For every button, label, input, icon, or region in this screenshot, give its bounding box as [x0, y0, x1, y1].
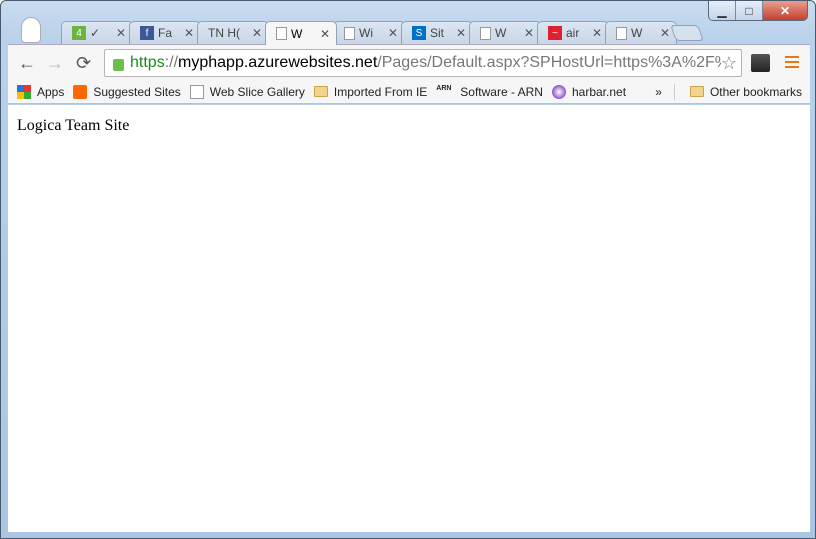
tab[interactable]: S Sit ✕ — [401, 21, 473, 44]
forward-button[interactable]: → — [46, 53, 64, 74]
bookmarks-overflow-button[interactable]: » — [655, 85, 662, 99]
url-path: /Pages/Default.aspx?SPHostUrl=https%3A%2… — [377, 54, 738, 71]
menu-icon[interactable] — [785, 56, 799, 71]
bookmark-item[interactable]: harbar.net — [551, 84, 627, 99]
bookmark-label: Suggested Sites — [93, 84, 181, 99]
bookmark-label: Apps — [37, 84, 65, 99]
bookmark-item[interactable]: Suggested Sites — [73, 84, 181, 99]
extension-chart-icon[interactable] — [751, 54, 770, 72]
minimize-button[interactable]: ▁ — [709, 1, 736, 20]
page-icon — [276, 27, 287, 40]
site-title: Logica Team Site — [17, 117, 130, 134]
profile-avatar-icon[interactable] — [21, 17, 41, 43]
close-button[interactable]: ✕ — [763, 1, 807, 20]
tab[interactable]: TN H( ✕ — [197, 21, 269, 44]
tab-close-icon[interactable]: ✕ — [660, 26, 670, 40]
tab-title: ✓ — [90, 26, 101, 40]
tab-title: W — [631, 26, 643, 40]
new-tab-button[interactable] — [670, 25, 704, 41]
folder-icon — [313, 86, 328, 97]
favicon-icon: f — [140, 26, 154, 40]
bookmark-label: Web Slice Gallery — [209, 84, 305, 99]
tab-close-icon[interactable]: ✕ — [524, 26, 534, 40]
bookmark-star-icon[interactable]: ☆ — [720, 53, 737, 74]
tab-title: air — [566, 26, 580, 40]
toolbar: ← → ⟳ https://myphapp.azurewebsites.net /… — [8, 44, 810, 80]
tab[interactable]: W ✕ — [605, 21, 677, 44]
tab-close-icon[interactable]: ✕ — [320, 27, 330, 41]
tab-close-icon[interactable]: ✕ — [456, 26, 466, 40]
page-icon — [344, 26, 355, 40]
arn-icon: ARN — [436, 84, 452, 92]
tab-title: Fa — [158, 26, 173, 40]
apps-icon — [17, 84, 31, 99]
tab[interactable]: f Fa ✕ — [129, 21, 201, 44]
other-bookmarks[interactable]: Other bookmarks — [689, 84, 802, 99]
bookmark-item[interactable]: ARN Software - ARN — [436, 85, 543, 99]
tab-title: Sit — [430, 26, 445, 40]
favicon-icon: 4 — [72, 26, 86, 40]
tab[interactable]: Wi ✕ — [333, 21, 405, 44]
page-icon — [616, 26, 627, 40]
page-icon — [480, 26, 491, 40]
bookmark-label: Imported From IE — [333, 84, 428, 99]
bookmark-label: Software - ARN — [460, 84, 543, 99]
orb-icon — [551, 84, 566, 99]
bulb-icon — [73, 84, 88, 99]
address-bar[interactable]: https://myphapp.azurewebsites.net/Pages/… — [104, 49, 742, 77]
bookmark-item[interactable]: Web Slice Gallery — [189, 84, 305, 99]
tab-close-icon[interactable]: ✕ — [184, 26, 194, 40]
tab-close-icon[interactable]: ✕ — [388, 26, 398, 40]
tab-title: W — [495, 26, 507, 40]
window-controls: ▁ □ ✕ — [708, 1, 808, 21]
favicon-icon: S — [412, 26, 426, 40]
bookmark-item[interactable]: Imported From IE — [313, 84, 428, 99]
reload-button[interactable]: ⟳ — [76, 53, 91, 74]
lock-icon — [113, 59, 124, 71]
tab-title: Wi — [359, 26, 373, 40]
browser-window: ▁ □ ✕ 4 ✓ ✕ f Fa ✕ TN H(✕ W ✕ Wi ✕ S Sit ✕ W ✕ ~ air ✕ W ✕ ←… — [0, 0, 816, 539]
tab-title: W — [291, 26, 303, 41]
tab-title: TN H( — [208, 26, 240, 40]
maximize-button[interactable]: □ — [736, 1, 763, 20]
other-bookmarks-label: Other bookmarks — [709, 84, 802, 99]
back-button[interactable]: ← — [18, 53, 36, 74]
bookmark-item[interactable]: Apps — [17, 84, 65, 99]
tab-close-icon[interactable]: ✕ — [592, 26, 602, 40]
favicon-icon: ~ — [548, 26, 562, 40]
tab[interactable]: W ✕ — [265, 21, 337, 45]
tab-close-icon[interactable]: ✕ — [252, 26, 262, 40]
tab[interactable]: ~ air ✕ — [537, 21, 609, 44]
url-scheme: https — [130, 54, 165, 71]
tab-close-icon[interactable]: ✕ — [116, 26, 126, 40]
url-separator: :// — [164, 54, 179, 71]
bookmark-label: harbar.net — [571, 84, 627, 99]
tab[interactable]: 4 ✓ ✕ — [61, 21, 133, 44]
tab[interactable]: W ✕ — [469, 21, 541, 44]
page-content: Logica Team Site — [8, 105, 810, 532]
bookmarks-bar: Apps Suggested Sites Web Slice Gallery Impo… — [8, 80, 810, 104]
page-icon — [189, 84, 204, 99]
folder-icon — [689, 86, 704, 97]
url-host: myphapp.azurewebsites.net — [178, 54, 378, 71]
